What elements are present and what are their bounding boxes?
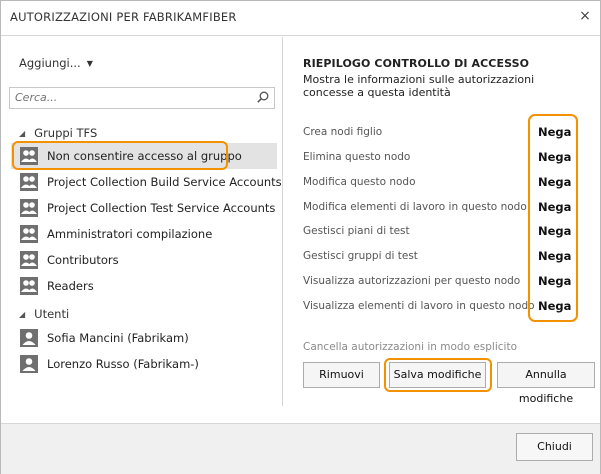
permission-value[interactable]: Nega [538, 172, 571, 192]
close-button[interactable]: Chiudi [516, 433, 593, 461]
permission-name: Modifica questo nodo [303, 176, 416, 188]
group-header-users[interactable]: ◢ Utenti [19, 306, 69, 322]
identity-label: Amministratori compilazione [47, 227, 213, 241]
permission-value[interactable]: Nega [538, 246, 571, 266]
identity-label: Project Collection Test Service Accounts [47, 201, 276, 215]
dialog-title: AUTORIZZAZIONI PER FABRIKAMFIBER [10, 10, 237, 24]
permission-name: Elimina questo nodo [303, 151, 411, 163]
remove-button[interactable]: Rimuovi [303, 362, 380, 388]
permission-row: Elimina questo nodo Nega [303, 147, 583, 167]
add-dropdown-button[interactable]: Aggiungi... ▼ [19, 54, 93, 72]
dialog-footer: Chiudi [1, 423, 600, 474]
permission-name: Gestisci gruppi di test [303, 250, 418, 262]
identity-label: Non consentire accesso al gruppo [47, 149, 242, 163]
permission-row: Gestisci piani di test Nega [303, 221, 583, 241]
group-label: Gruppi TFS [34, 126, 98, 140]
chevron-down-icon: ▼ [86, 59, 93, 68]
pane-divider [282, 37, 283, 406]
group-avatar-icon [20, 173, 38, 191]
identity-item-user-sofia[interactable]: Sofia Mancini (Fabrikam) [11, 325, 277, 351]
summary-description: Mostra le informazioni sulle autorizzazi… [303, 73, 535, 99]
permission-name: Modifica elementi di lavoro in questo no… [303, 201, 527, 213]
group-avatar-icon [20, 225, 38, 243]
permission-row: Modifica elementi di lavoro in questo no… [303, 197, 583, 217]
user-avatar-icon [20, 355, 38, 373]
identity-item-user-lorenzo[interactable]: Lorenzo Russo (Fabrikam-) [11, 351, 277, 377]
group-avatar-icon [20, 147, 38, 165]
identity-label: Project Collection Build Service Account… [47, 175, 282, 189]
identity-item-build-admins[interactable]: Amministratori compilazione [11, 221, 277, 247]
permission-name: Visualizza autorizzazioni per questo nod… [303, 275, 521, 287]
permission-name: Visualizza elementi di lavoro in questo … [303, 300, 535, 312]
summary-title: RIEPILOGO CONTROLLO DI ACCESSO [303, 57, 530, 70]
permission-row: Gestisci gruppi di test Nega [303, 246, 583, 266]
search-icon[interactable] [256, 90, 270, 104]
group-avatar-icon [20, 277, 38, 295]
expand-triangle-icon: ◢ [19, 129, 26, 138]
identity-item-deny-access[interactable]: Non consentire accesso al gruppo [11, 143, 277, 169]
group-avatar-icon [20, 199, 38, 217]
save-changes-button[interactable]: Salva modifiche [389, 362, 486, 388]
permission-row: Modifica questo nodo Nega [303, 172, 583, 192]
permission-value[interactable]: Nega [538, 221, 571, 241]
search-box [9, 87, 275, 109]
close-icon[interactable]: × [577, 8, 593, 24]
group-avatar-icon [20, 251, 38, 269]
identity-label: Contributors [47, 253, 119, 267]
user-avatar-icon [20, 329, 38, 347]
group-label: Utenti [34, 307, 70, 321]
dialog-titlebar: AUTORIZZAZIONI PER FABRIKAMFIBER × [1, 1, 600, 36]
group-header-tfs[interactable]: ◢ Gruppi TFS [19, 125, 97, 141]
permission-row: Visualizza autorizzazioni per questo nod… [303, 271, 583, 291]
permission-row: Crea nodi figlio Nega [303, 122, 583, 142]
clear-permissions-label: Cancella autorizzazioni in modo esplicit… [303, 341, 517, 353]
search-input[interactable] [15, 88, 245, 106]
permission-value[interactable]: Nega [538, 271, 571, 291]
permission-name: Gestisci piani di test [303, 225, 410, 237]
undo-changes-button[interactable]: Annulla modifiche [497, 362, 595, 405]
add-label: Aggiungi... [19, 56, 81, 70]
identity-item-contributors[interactable]: Contributors [11, 247, 277, 273]
identity-item-test-service[interactable]: Project Collection Test Service Accounts [11, 195, 277, 221]
permission-value[interactable]: Nega [538, 147, 571, 167]
identity-label: Readers [47, 279, 94, 293]
identity-item-build-service[interactable]: Project Collection Build Service Account… [11, 169, 282, 195]
permission-value[interactable]: Nega [538, 296, 571, 316]
expand-triangle-icon: ◢ [19, 310, 26, 319]
permission-value[interactable]: Nega [538, 197, 571, 217]
permissions-dialog: AUTORIZZAZIONI PER FABRIKAMFIBER × Aggiu… [0, 0, 601, 474]
identity-label: Sofia Mancini (Fabrikam) [47, 331, 189, 345]
permission-value[interactable]: Nega [538, 122, 571, 142]
identity-item-readers[interactable]: Readers [11, 273, 277, 299]
identity-label: Lorenzo Russo (Fabrikam-) [47, 357, 199, 371]
identity-pane: Aggiungi... ▼ ◢ Gruppi TFS Non consentire … [3, 37, 282, 422]
permission-row: Visualizza elementi di lavoro in questo … [303, 296, 583, 316]
permission-name: Crea nodi figlio [303, 126, 383, 138]
